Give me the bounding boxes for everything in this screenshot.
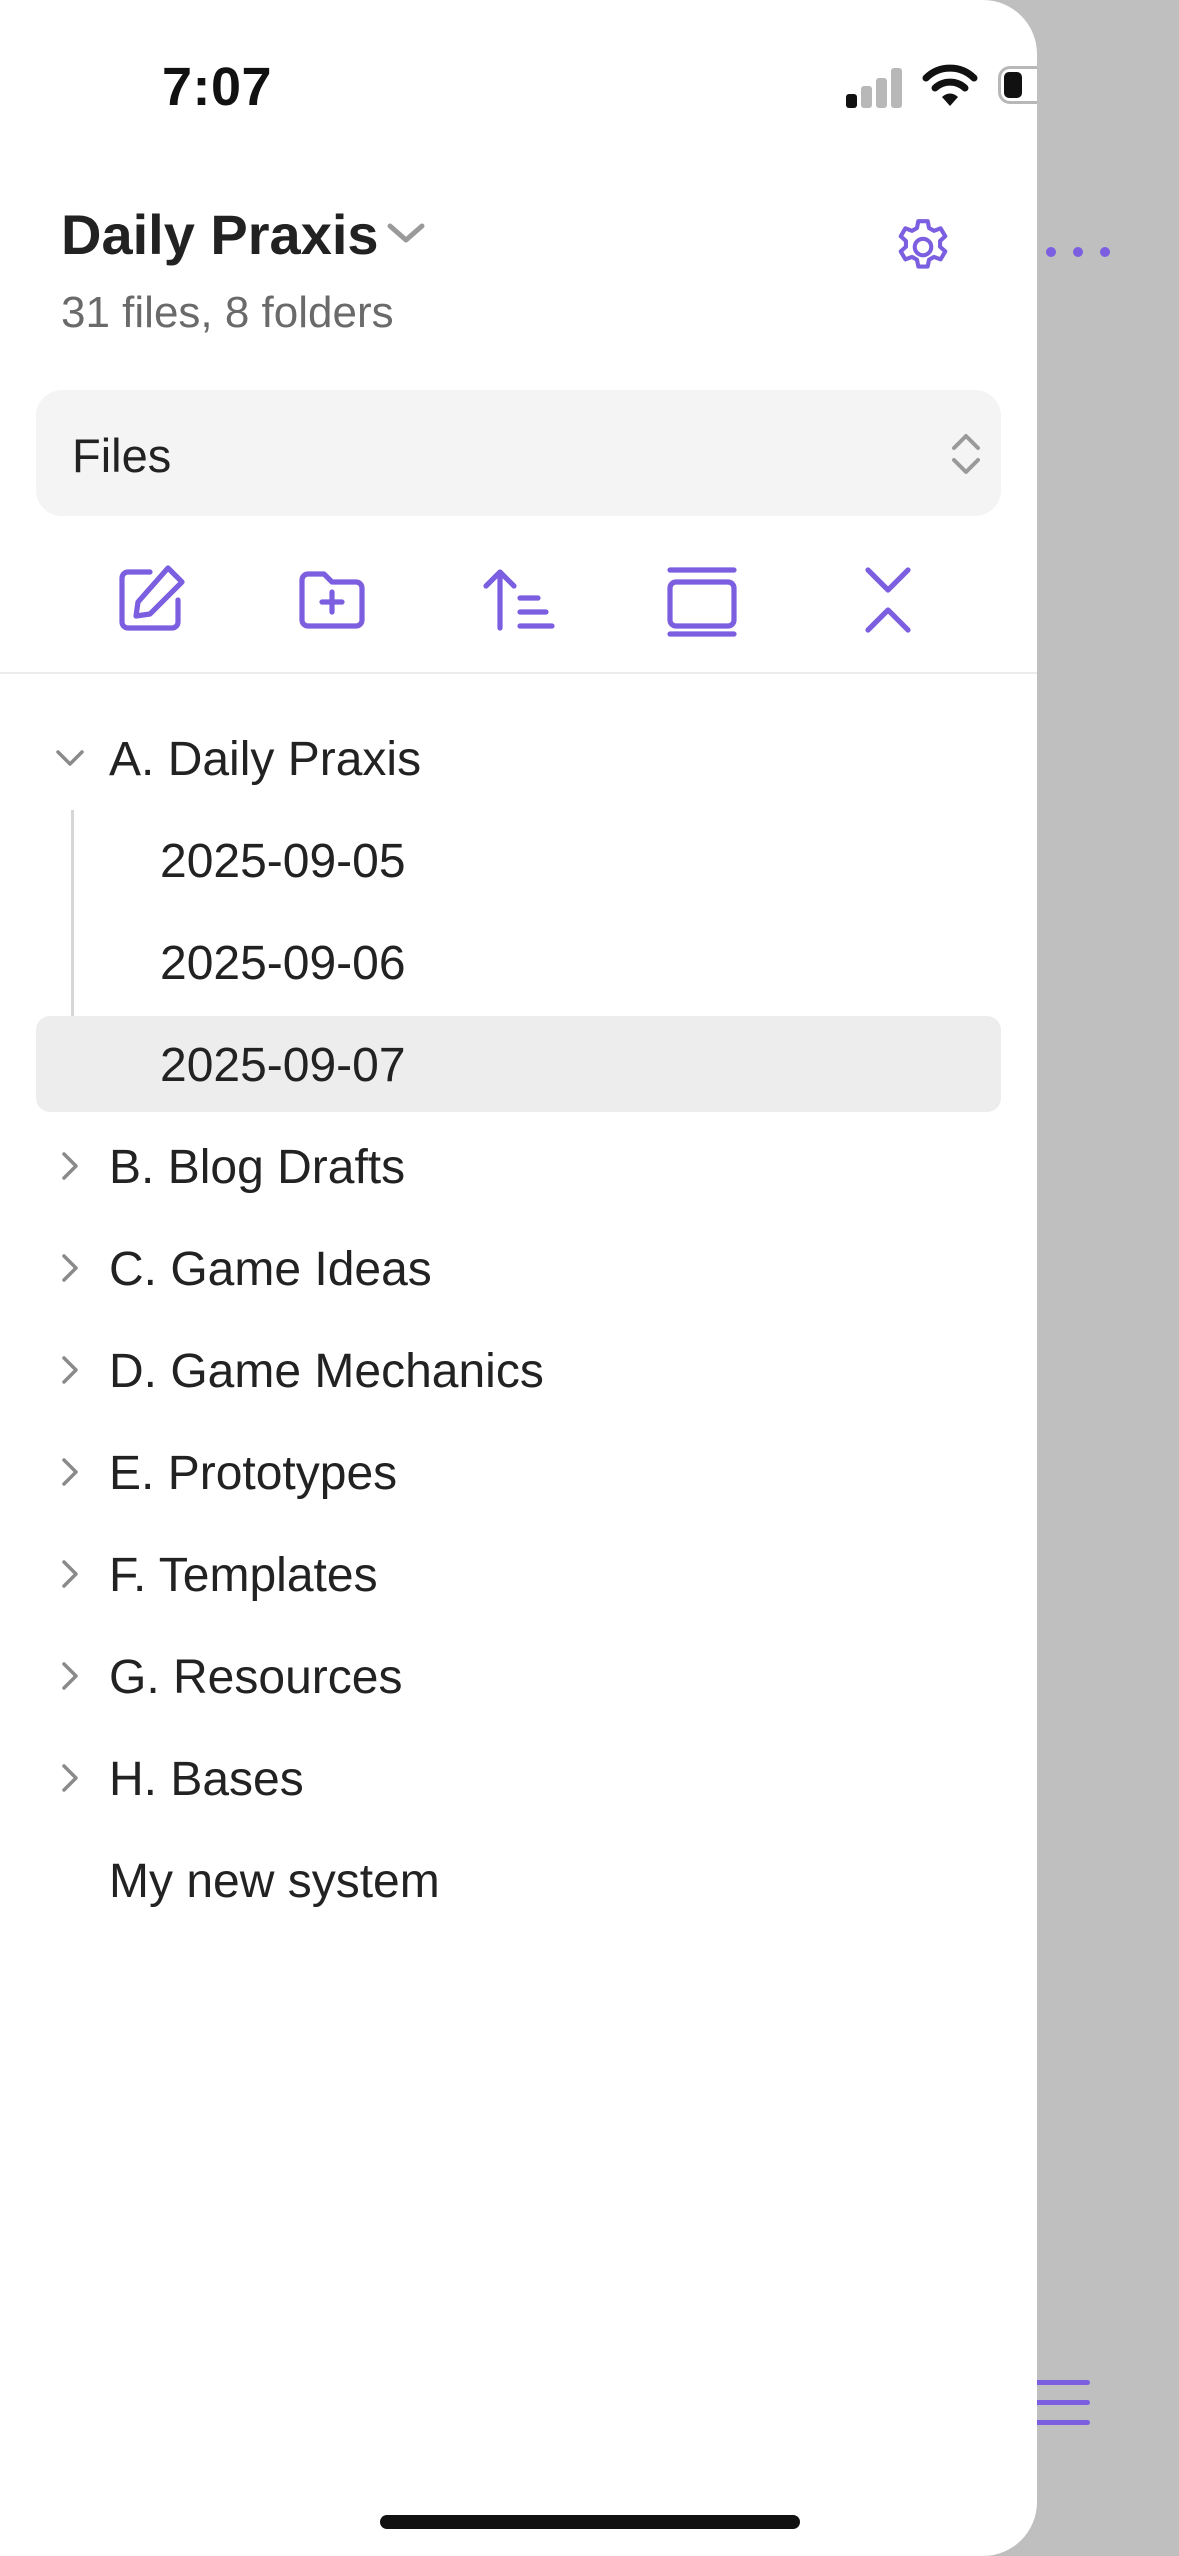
chevron-right-icon[interactable] (50, 1554, 90, 1594)
tree-item-label: H. Bases (109, 1753, 304, 1806)
folder-item[interactable]: H. Bases (36, 1730, 1001, 1826)
vault-stats: 31 files, 8 folders (61, 288, 394, 337)
tree-item-label: G. Resources (109, 1651, 403, 1704)
file-explorer-drawer: 7:07 Daily Praxis 31 files, 8 folders Fi… (0, 0, 1037, 2556)
reveal-icon[interactable] (662, 560, 742, 640)
view-selector[interactable]: Files (36, 390, 1001, 516)
file-item-active[interactable]: 2025-09-07 (36, 1016, 1001, 1112)
chevron-right-icon[interactable] (50, 1248, 90, 1288)
chevron-down-icon[interactable] (50, 738, 90, 778)
view-selector-label: Files (72, 429, 172, 482)
gear-icon[interactable] (890, 214, 956, 280)
cellular-signal-icon (846, 68, 904, 108)
chevron-right-icon[interactable] (50, 1452, 90, 1492)
file-item[interactable]: My new system (36, 1832, 1001, 1928)
tree-item-label: D. Game Mechanics (109, 1345, 544, 1398)
tree-item-label: A. Daily Praxis (109, 733, 422, 786)
status-time: 7:07 (162, 57, 273, 117)
folder-item[interactable]: E. Prototypes (36, 1424, 1001, 1520)
chevron-right-icon[interactable] (50, 1350, 90, 1390)
menu-icon[interactable] (1034, 2380, 1092, 2428)
chevron-right-icon[interactable] (50, 1758, 90, 1798)
tree-item-label: My new system (109, 1855, 440, 1908)
tree-item-label: 2025-09-06 (160, 937, 406, 990)
folder-item[interactable]: B. Blog Drafts (36, 1118, 1001, 1214)
more-options-icon[interactable] (1046, 232, 1110, 272)
home-indicator (380, 2515, 800, 2529)
toolbar-divider (0, 672, 1037, 674)
tree-item-label: F. Templates (109, 1549, 378, 1602)
folder-item-daily-praxis[interactable]: A. Daily Praxis (36, 710, 1001, 806)
tree-item-label: 2025-09-07 (160, 1039, 406, 1092)
tree-item-label: C. Game Ideas (109, 1243, 432, 1296)
new-folder-icon[interactable] (292, 560, 372, 640)
folder-item[interactable]: C. Game Ideas (36, 1220, 1001, 1316)
chevron-right-icon[interactable] (50, 1656, 90, 1696)
chevron-down-icon[interactable] (384, 218, 428, 248)
file-item[interactable]: 2025-09-06 (36, 914, 1001, 1010)
folder-item[interactable]: F. Templates (36, 1526, 1001, 1622)
battery-icon (998, 66, 1037, 106)
folder-item[interactable]: G. Resources (36, 1628, 1001, 1724)
tree-item-label: 2025-09-05 (160, 835, 406, 888)
new-note-icon[interactable] (110, 560, 190, 640)
file-explorer-toolbar (0, 560, 1037, 672)
folder-item[interactable]: D. Game Mechanics (36, 1322, 1001, 1418)
chevron-right-icon[interactable] (50, 1146, 90, 1186)
file-item[interactable]: 2025-09-05 (36, 812, 1001, 908)
chevron-up-down-icon (952, 434, 980, 474)
wifi-icon (922, 64, 978, 106)
tree-item-label: B. Blog Drafts (109, 1141, 406, 1194)
vault-name[interactable]: Daily Praxis (61, 202, 379, 267)
sort-icon[interactable] (478, 560, 558, 640)
collapse-all-icon[interactable] (848, 560, 928, 640)
tree-item-label: E. Prototypes (109, 1447, 398, 1500)
